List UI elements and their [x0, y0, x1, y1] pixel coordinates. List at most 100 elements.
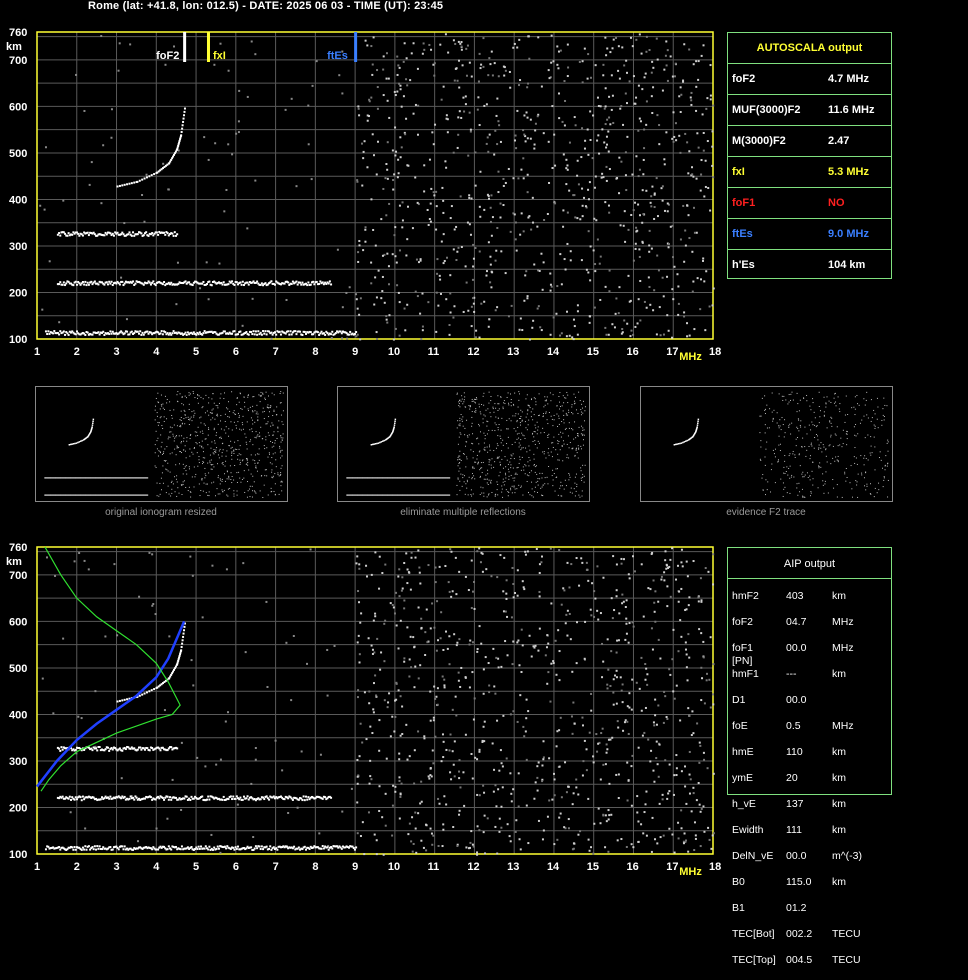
noise-dot	[537, 36, 539, 38]
noise-dot	[676, 685, 678, 687]
thumb-noise	[273, 453, 274, 454]
noise-dot	[700, 190, 702, 192]
thumb-noise	[282, 450, 283, 451]
echo-point	[108, 750, 110, 752]
thumb-noise	[537, 447, 538, 448]
echo-point	[291, 333, 293, 335]
noise-dot	[484, 815, 486, 817]
thumb-noise	[257, 453, 258, 454]
thumb-noise	[268, 432, 269, 433]
noise-dot	[123, 222, 125, 224]
thumb-noise	[232, 476, 233, 477]
noise-dot	[492, 648, 494, 650]
noise-dot	[383, 94, 385, 96]
echo-point	[248, 799, 250, 801]
noise-dot	[514, 592, 516, 594]
thumb-noise	[203, 398, 204, 399]
thumb-noise	[240, 462, 241, 463]
thumb-noise	[561, 437, 562, 438]
noise-dot	[663, 295, 665, 297]
noise-dot	[685, 649, 687, 651]
noise-dot	[552, 60, 554, 62]
noise-dot	[569, 335, 571, 337]
thumb-noise	[185, 396, 186, 397]
thumb-noise	[537, 430, 538, 431]
noise-dot	[576, 621, 578, 623]
thumb-noise	[540, 432, 541, 433]
thumb-noise	[576, 491, 577, 492]
noise-dot	[265, 601, 267, 603]
noise-dot	[566, 164, 568, 166]
noise-dot	[394, 154, 396, 156]
noise-dot	[417, 134, 419, 136]
noise-dot	[470, 129, 472, 131]
noise-dot	[699, 308, 701, 310]
noise-dot	[678, 303, 680, 305]
noise-dot	[712, 176, 714, 178]
noise-dot	[417, 105, 419, 107]
y-tick-label: 200	[9, 802, 27, 814]
noise-dot	[612, 692, 614, 694]
noise-dot	[645, 668, 647, 670]
noise-dot	[626, 72, 628, 74]
echo-point	[131, 182, 133, 184]
noise-dot	[463, 111, 465, 113]
noise-dot	[634, 326, 636, 328]
noise-dot	[587, 271, 589, 273]
echo-point	[150, 796, 152, 798]
thumb-noise	[207, 495, 208, 496]
thumb-noise	[472, 477, 473, 478]
y-unit-label: km	[6, 556, 22, 568]
noise-dot	[492, 74, 494, 76]
noise-dot	[681, 549, 683, 551]
thumb-noise	[193, 454, 194, 455]
echo-point	[328, 283, 330, 285]
noise-dot	[666, 565, 668, 567]
noise-dot	[683, 311, 685, 313]
thumb-noise	[242, 460, 243, 461]
echo-point	[159, 332, 161, 334]
noise-dot	[628, 229, 630, 231]
thumb-noise	[224, 392, 225, 393]
thumb-noise	[248, 410, 249, 411]
noise-dot	[452, 826, 454, 828]
thumb-noise	[227, 496, 228, 497]
thumb-noise	[521, 470, 522, 471]
thumb-noise	[172, 452, 173, 453]
noise-dot	[590, 710, 592, 712]
echo-point	[262, 330, 264, 332]
thumb-noise	[236, 428, 237, 429]
noise-dot	[657, 601, 659, 603]
noise-dot	[589, 850, 591, 852]
noise-dot	[566, 243, 568, 245]
thumb-trace	[74, 443, 76, 445]
thumb-noise	[267, 407, 268, 408]
thumb-noise	[487, 421, 488, 422]
noise-dot	[537, 650, 539, 652]
noise-dot	[606, 743, 608, 745]
noise-dot	[608, 212, 610, 214]
thumb-noise	[511, 399, 512, 400]
thumb-noise	[222, 443, 223, 444]
thumb-noise	[567, 395, 568, 396]
thumb-noise	[261, 392, 262, 393]
echo-point	[137, 233, 139, 235]
thumb-noise	[487, 496, 488, 497]
echo-point	[355, 846, 357, 848]
thumb-noise	[214, 419, 215, 420]
echo-point	[313, 283, 315, 285]
noise-dot	[396, 683, 398, 685]
thumb-noise	[228, 489, 229, 490]
noise-dot	[465, 103, 467, 105]
thumb-noise	[275, 452, 276, 453]
echo-point	[208, 846, 210, 848]
noise-dot	[680, 86, 682, 88]
noise-dot	[606, 752, 608, 754]
thumb-noise	[181, 403, 182, 404]
thumb-noise	[481, 462, 482, 463]
noise-dot	[89, 184, 91, 186]
noise-dot	[382, 188, 384, 190]
noise-dot	[588, 230, 590, 232]
thumb-noise	[161, 478, 162, 479]
thumb-noise	[235, 414, 236, 415]
